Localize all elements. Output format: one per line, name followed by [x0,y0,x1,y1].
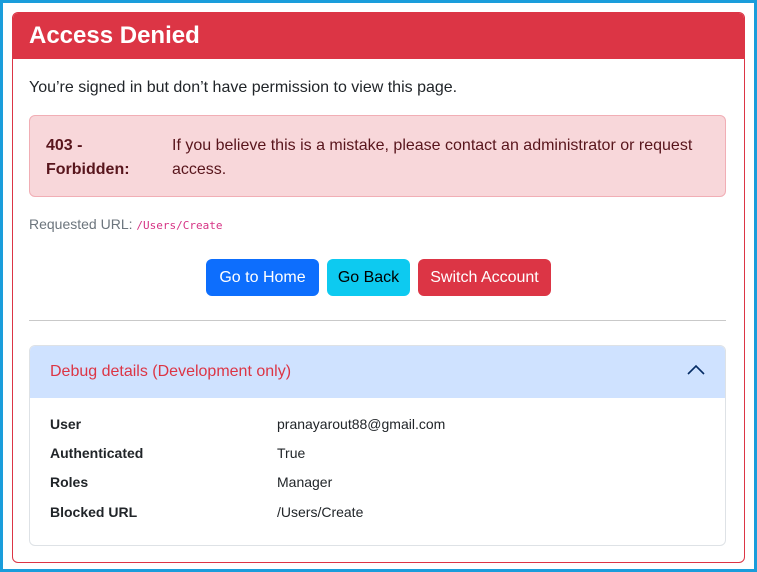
requested-url: Requested URL: /Users/Create [29,216,223,232]
debug-value: /Users/Create [277,504,364,520]
error-message: If you believe this is a mistake, please… [172,137,693,178]
chevron-up-icon [687,364,705,375]
requested-url-value: /Users/Create [136,219,223,232]
switch-account-button[interactable]: Switch Account [418,259,551,296]
requested-url-label: Requested URL: [29,216,133,232]
intro-text: You’re signed in but don’t have permissi… [29,79,458,96]
go-back-button[interactable]: Go Back [327,259,410,296]
debug-value: True [277,445,306,461]
debug-value: Manager [277,474,333,490]
debug-row-blocked-url: Blocked URL /Users/Create [50,504,710,524]
debug-row-roles: Roles Manager [50,474,710,494]
go-home-button[interactable]: Go to Home [206,259,319,296]
debug-key: Authenticated [50,445,144,461]
debug-accordion-title: Debug details (Development only) [50,363,292,380]
error-alert: 403 - Forbidden: If you believe this is … [29,115,726,197]
divider [29,320,726,321]
access-denied-card: Access Denied You’re signed in but don’t… [12,12,745,563]
debug-row-authenticated: Authenticated True [50,445,710,465]
debug-key: User [50,416,82,432]
debug-key: Blocked URL [50,504,138,520]
debug-value: pranayarout88@gmail.com [277,416,446,432]
debug-key: Roles [50,474,89,490]
error-code: 403 - Forbidden: [46,137,130,178]
debug-accordion-toggle[interactable]: Debug details (Development only) [30,346,725,398]
page-title: Access Denied [13,13,744,59]
debug-row-user: User pranayarout88@gmail.com [50,416,710,436]
debug-accordion: Debug details (Development only) User pr… [29,345,726,546]
